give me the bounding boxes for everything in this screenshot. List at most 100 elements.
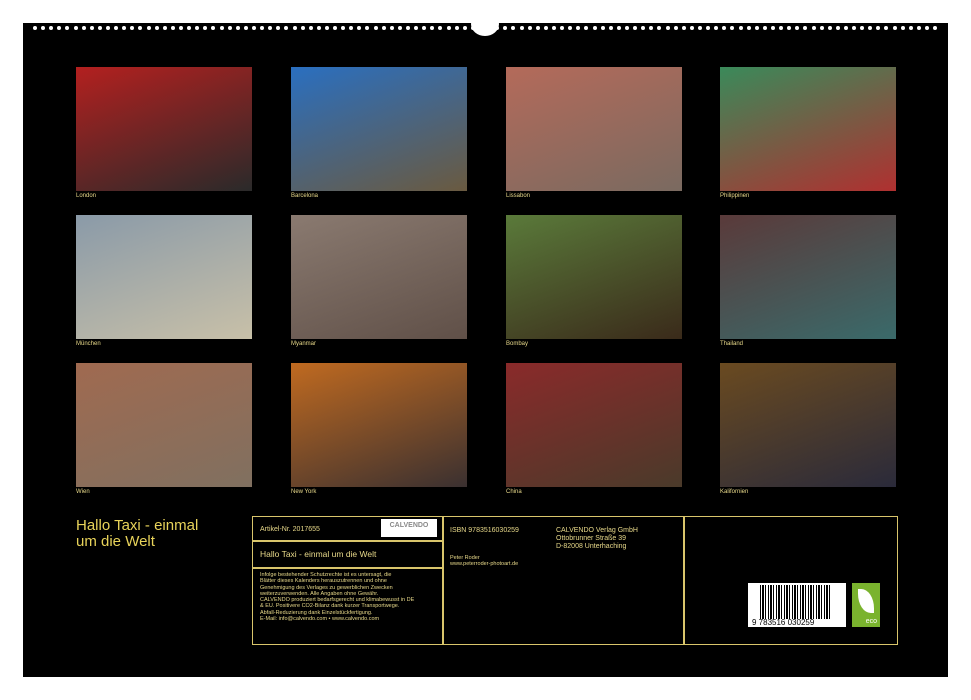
binding-hole	[244, 26, 248, 30]
binding-hole	[463, 26, 467, 30]
binding-hole	[106, 26, 110, 30]
binding-hole	[617, 26, 621, 30]
photo-caption: Kalifornien	[720, 489, 748, 495]
binding-hole	[852, 26, 856, 30]
binding-hole	[293, 26, 297, 30]
binding-hole	[325, 26, 329, 30]
binding-hole	[341, 26, 345, 30]
photo-caption: Myanmar	[291, 341, 316, 347]
photo-caption: New York	[291, 489, 316, 495]
binding-hole	[933, 26, 937, 30]
binding-hole	[390, 26, 394, 30]
publisher-line: Ottobrunner Straße 39	[556, 535, 638, 543]
binding-hole	[633, 26, 637, 30]
binding-hole	[57, 26, 61, 30]
binding-hole	[674, 26, 678, 30]
photo-new-york	[291, 363, 467, 487]
binding-hole	[41, 26, 45, 30]
binding-hole	[690, 26, 694, 30]
binding-hole	[609, 26, 613, 30]
isbn: ISBN 9783516030259	[450, 527, 519, 535]
photo-barcelona	[291, 67, 467, 191]
legal-line: Genehmigung des Verlages zu gewerblichen…	[260, 585, 414, 591]
publisher-cell: ISBN 9783516030259 CALVENDO Verlag GmbH …	[442, 516, 685, 645]
binding-hole	[925, 26, 929, 30]
binding-hole	[836, 26, 840, 30]
binding-hole	[455, 26, 459, 30]
binding-hole	[917, 26, 921, 30]
binding-hole	[171, 26, 175, 30]
leaf-icon	[858, 589, 874, 613]
binding-hole	[430, 26, 434, 30]
photo-caption: Barcelona	[291, 193, 318, 199]
binding-hole	[649, 26, 653, 30]
binding-hole	[122, 26, 126, 30]
binding-hole	[552, 26, 556, 30]
binding-hole	[901, 26, 905, 30]
binding-hole	[820, 26, 824, 30]
binding-hole	[406, 26, 410, 30]
hanger-notch	[471, 12, 499, 36]
author-website[interactable]: www.peterroder-photoart.de	[450, 561, 518, 567]
binding-hole	[422, 26, 426, 30]
article-number: Artikel-Nr. 2017655	[260, 526, 320, 534]
binding-hole	[309, 26, 313, 30]
binding-hole	[666, 26, 670, 30]
binding-hole	[893, 26, 897, 30]
photo-thailand	[720, 215, 896, 339]
binding-hole	[98, 26, 102, 30]
binding-hole	[284, 26, 288, 30]
binding-hole	[211, 26, 215, 30]
calvendo-logo: CALVENDO	[381, 519, 437, 537]
binding-hole	[357, 26, 361, 30]
binding-hole	[203, 26, 207, 30]
binding-hole	[584, 26, 588, 30]
binding-hole	[706, 26, 710, 30]
binding-hole	[593, 26, 597, 30]
binding-hole	[763, 26, 767, 30]
binding-hole	[568, 26, 572, 30]
binding-hole	[163, 26, 167, 30]
binding-hole	[682, 26, 686, 30]
binding-hole	[49, 26, 53, 30]
publisher-line: CALVENDO Verlag GmbH	[556, 527, 638, 535]
article-cell: Artikel-Nr. 2017655 CALVENDO	[252, 516, 444, 542]
binding-hole	[787, 26, 791, 30]
binding-hole	[252, 26, 256, 30]
binding-hole	[195, 26, 199, 30]
legal-line: & EU. Positivere CO2-Bilanz dank kurzer …	[260, 603, 414, 609]
eco-badge: eco	[852, 583, 880, 627]
photo-caption: Thailand	[720, 341, 743, 347]
binding-hole	[147, 26, 151, 30]
binding-hole	[803, 26, 807, 30]
binding-hole	[268, 26, 272, 30]
binding-hole	[82, 26, 86, 30]
binding-hole	[576, 26, 580, 30]
binding-hole	[276, 26, 280, 30]
binding-hole	[90, 26, 94, 30]
binding-hole	[114, 26, 118, 30]
photo-wien	[76, 363, 252, 487]
binding-hole	[876, 26, 880, 30]
photo-caption: London	[76, 193, 96, 199]
book-title-cell: Hallo Taxi - einmal um die Welt	[252, 540, 444, 569]
barcode-number: 9 783516 030259	[752, 618, 814, 627]
binding-hole	[884, 26, 888, 30]
publisher-line: D-82008 Unterhaching	[556, 543, 638, 551]
binding-hole	[625, 26, 629, 30]
binding-hole	[130, 26, 134, 30]
photo-philippinen	[720, 67, 896, 191]
binding-hole	[155, 26, 159, 30]
binding-hole	[438, 26, 442, 30]
binding-hole	[641, 26, 645, 30]
binding-hole	[301, 26, 305, 30]
binding-hole	[795, 26, 799, 30]
barcode: 9 783516 030259	[748, 583, 846, 627]
binding-hole	[365, 26, 369, 30]
photo-caption: Lissabon	[506, 193, 530, 199]
binding-hole	[657, 26, 661, 30]
binding-hole	[544, 26, 548, 30]
binding-hole	[860, 26, 864, 30]
book-title: Hallo Taxi - einmal um die Welt	[260, 549, 376, 559]
binding-hole	[349, 26, 353, 30]
